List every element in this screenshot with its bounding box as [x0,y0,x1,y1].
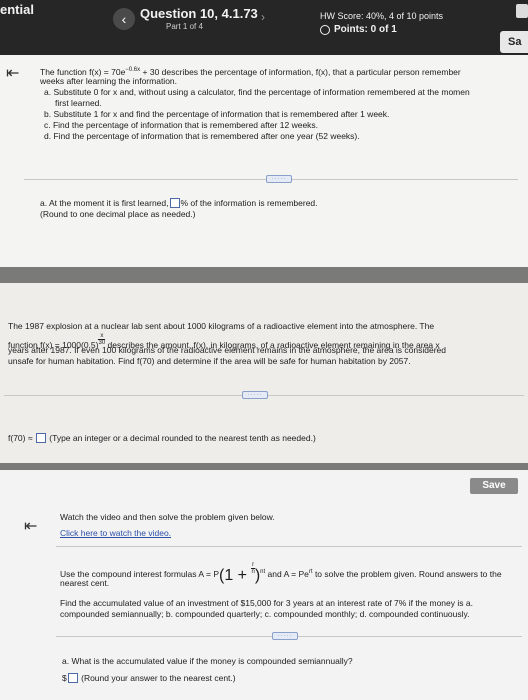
divider [56,546,522,547]
collapse-arrow-icon[interactable]: ⇤ [6,63,19,83]
q3-task-line1: Find the accumulated value of an investm… [60,598,473,608]
save-button[interactable]: Save [470,478,518,494]
q2-answer-line: f(70) ≈ (Type an integer or a decimal ro… [8,433,316,443]
question-part: Part 1 of 4 [166,22,203,31]
q1-item-a-cont: first learned. [55,98,102,108]
video-link[interactable]: Click here to watch the video. [60,528,171,539]
q2-line1: The 1987 explosion at a nuclear lab sent… [8,321,435,331]
expand-dots-button[interactable]: ····· [242,391,268,399]
q1-item-b: b. Substitute 1 for x and find the perce… [44,109,390,119]
q1-line2: weeks after learning the information. [40,76,178,86]
q2-line3: years after 1987. If even 100 kilograms … [8,345,446,355]
hw-score: HW Score: 40%, 4 of 10 points [320,11,444,21]
q1-answer-line: a. At the moment it is first learned,% o… [40,198,318,208]
previous-question-button[interactable]: ‹ [113,8,135,30]
q1-answer-hint: (Round to one decimal place as needed.) [40,209,196,219]
q1-item-d: d. Find the percentage of information th… [44,131,360,141]
q3-answer-line: $ (Round your answer to the nearest cent… [62,673,236,683]
answer-input-box[interactable] [35,433,46,443]
save-button[interactable]: Sa [500,31,528,53]
q1-item-a: a. Substitute 0 for x and, without using… [44,87,470,97]
collapse-arrow-icon[interactable]: ⇤ [24,516,37,536]
question-panel-radioactive: The 1987 explosion at a nuclear lab sent… [0,283,528,463]
question-title: Question 10, 4.1.73 [140,6,258,21]
q3-task-line2: compounded semiannually; b. compounded q… [60,609,470,619]
chevron-left-icon: ‹ [121,11,127,27]
q3-formula-line2: nearest cent. [60,578,110,588]
chevron-right-icon: › [261,10,265,24]
question-panel-interest: Save ⇤ Watch the video and then solve th… [0,470,528,700]
q3-question-a: a. What is the accumulated value if the … [62,656,353,666]
q2-line4: unsafe for human habitation. Find f(70) … [8,356,411,366]
page-icon[interactable] [516,4,528,18]
header-bar: ential ‹ Question 10, 4.1.73 Part 1 of 4… [0,0,528,55]
points-indicator: Points: 0 of 1 [320,24,397,35]
answer-input-box[interactable] [67,673,78,683]
circle-icon [320,24,330,35]
question-panel-memory: ⇤ The function f(x) = 70e−0.6x + 30 desc… [0,55,528,267]
q3-formula-line: Use the compound interest formulas A = P… [60,562,502,584]
q1-item-c: c. Find the percentage of information th… [44,120,319,130]
next-question-button[interactable]: › [261,10,265,24]
course-title-fragment: ential [0,2,34,17]
q3-intro: Watch the video and then solve the probl… [60,512,275,522]
expand-dots-button[interactable]: ····· [266,175,292,183]
expand-dots-button[interactable]: ····· [272,632,298,640]
answer-input-box[interactable] [169,198,180,208]
points-text: Points: 0 of 1 [334,24,397,35]
